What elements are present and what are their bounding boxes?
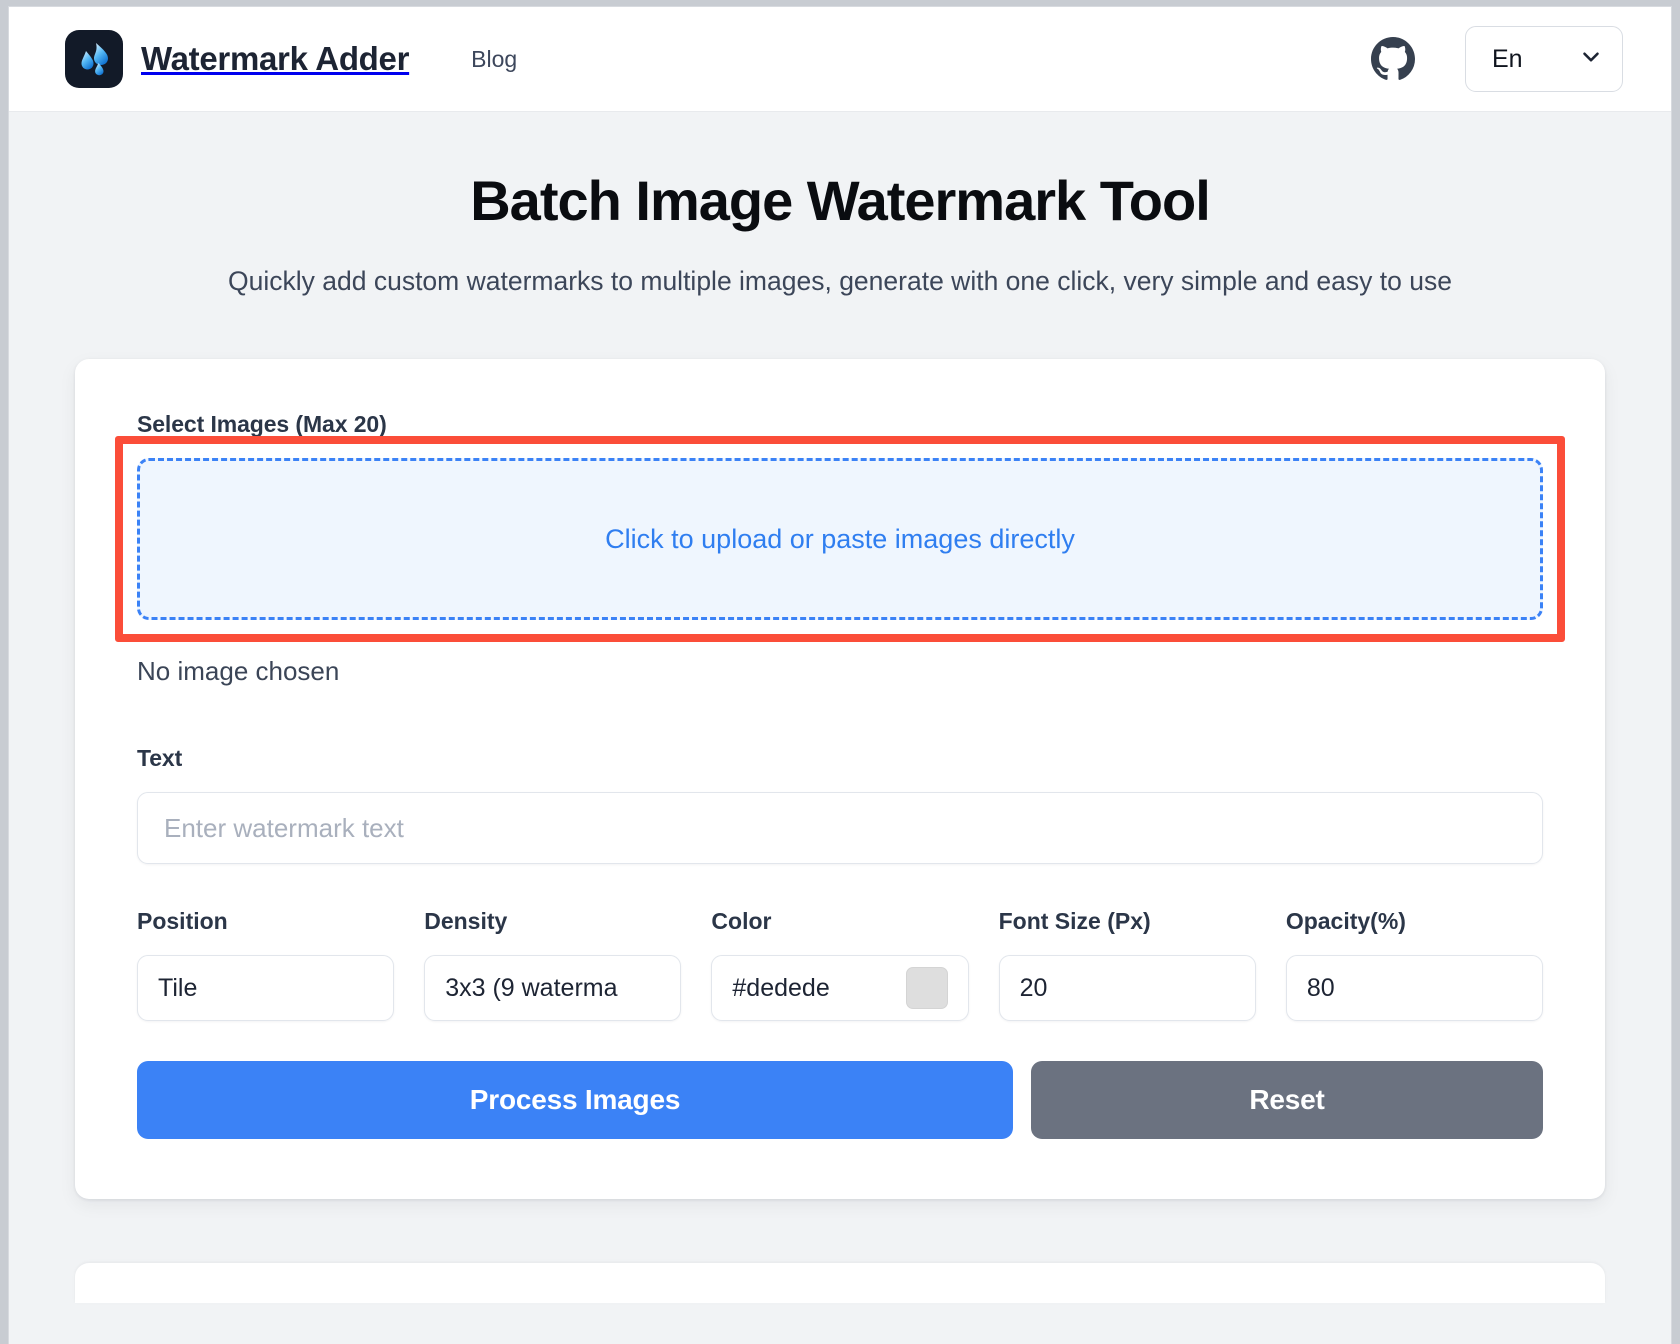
nav-item-blog[interactable]: Blog [471, 46, 517, 73]
upload-dropzone[interactable]: Click to upload or paste images directly [137, 458, 1543, 621]
github-link[interactable] [1371, 37, 1415, 81]
font-size-input[interactable]: 20 [998, 955, 1256, 1022]
opacity-label: Opacity(%) [1285, 908, 1406, 935]
opacity-value: 80 [1306, 973, 1335, 1002]
font-size-control: Font Size (Px) 20 [998, 908, 1256, 1022]
brand-name: Watermark Adder [141, 40, 410, 77]
header-actions: En [1371, 26, 1623, 92]
watermark-text-label: Text [137, 745, 183, 772]
color-input-group[interactable]: #dedede [711, 955, 969, 1022]
position-select[interactable]: Tile [137, 955, 395, 1022]
brand-logo-link[interactable]: Watermark Adder [65, 30, 409, 88]
main-content: Batch Image Watermark Tool Quickly add c… [9, 112, 1671, 1304]
density-select-value: 3x3 (9 waterma [445, 973, 618, 1002]
language-selector[interactable]: En [1465, 26, 1623, 92]
page-subtitle: Quickly add custom watermarks to multipl… [228, 265, 1452, 296]
color-label: Color [711, 908, 772, 935]
opacity-control: Opacity(%) 80 [1285, 908, 1544, 1022]
upload-section: Click to upload or paste images directly [115, 436, 1565, 643]
font-size-value: 20 [1019, 973, 1048, 1002]
water-droplets-logo-icon [65, 30, 123, 88]
watermark-text-section: Text [137, 745, 1543, 865]
color-control: Color #dedede [711, 908, 969, 1022]
position-label: Position [137, 908, 228, 935]
site-header: Watermark Adder Blog En [9, 7, 1671, 112]
chevron-down-icon [1578, 44, 1604, 75]
page-title: Batch Image Watermark Tool [470, 169, 1211, 232]
browser-viewport: Watermark Adder Blog En Batch Image Wate… [8, 6, 1672, 1344]
color-swatch[interactable] [905, 967, 948, 1010]
reset-button[interactable]: Reset [1031, 1061, 1543, 1140]
font-size-label: Font Size (Px) [998, 908, 1151, 935]
form-actions: Process Images Reset [137, 1061, 1543, 1140]
density-control: Density 3x3 (9 waterma [424, 908, 682, 1022]
upload-dropzone-text: Click to upload or paste images directly [605, 523, 1075, 554]
color-hex-value: #dedede [732, 973, 830, 1002]
density-label: Density [424, 908, 508, 935]
github-icon [1371, 37, 1415, 81]
language-selector-value: En [1492, 44, 1523, 73]
process-images-button[interactable]: Process Images [137, 1061, 1013, 1140]
upload-status-text: No image chosen [137, 656, 340, 687]
watermark-form-card: Select Images (Max 20) Click to upload o… [75, 359, 1605, 1200]
watermark-text-input[interactable] [137, 792, 1543, 865]
position-control: Position Tile [137, 908, 395, 1022]
watermark-options-row: Position Tile Density 3x3 (9 waterma Col… [137, 908, 1544, 1022]
upload-label: Select Images (Max 20) [137, 411, 387, 438]
next-section-card [75, 1263, 1605, 1304]
position-select-value: Tile [158, 973, 198, 1002]
density-select[interactable]: 3x3 (9 waterma [424, 955, 682, 1022]
opacity-input[interactable]: 80 [1285, 955, 1544, 1022]
